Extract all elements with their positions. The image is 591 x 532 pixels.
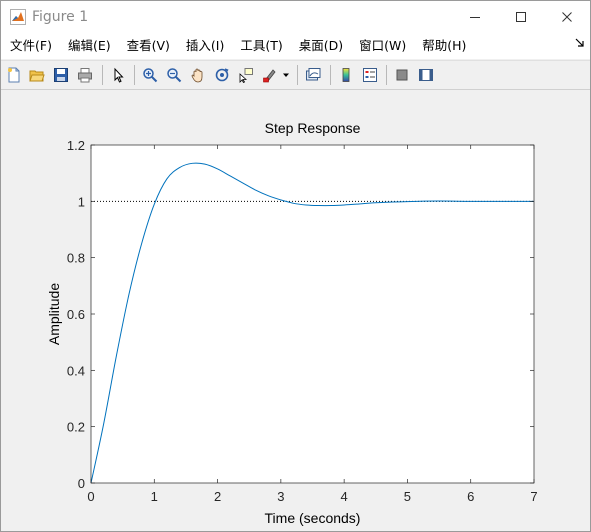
menu-edit[interactable]: 编辑(E) bbox=[60, 33, 119, 59]
y-axis-label: Amplitude bbox=[46, 283, 62, 345]
close-icon bbox=[562, 12, 572, 22]
data-cursor-icon[interactable] bbox=[236, 65, 256, 85]
arrow-icon[interactable] bbox=[575, 38, 585, 51]
y-tick-label: 0.2 bbox=[67, 420, 85, 435]
step-response-chart[interactable]: 0 1 2 3 4 5 6 700.20.40.60.811.2 Step Response … bbox=[1, 90, 590, 531]
title-bar[interactable]: Figure 1 bbox=[1, 1, 590, 33]
minimize-icon bbox=[470, 17, 480, 18]
menu-tools[interactable]: 工具(T) bbox=[232, 33, 290, 59]
figure-window: Figure 1 文件(F) 编辑(E) 查看(V) 插入(I) 工具(T) 桌… bbox=[0, 0, 591, 532]
x-tick-label: 6 bbox=[467, 489, 474, 504]
y-tick-label: 1 bbox=[78, 194, 85, 209]
print-icon[interactable] bbox=[75, 65, 95, 85]
x-tick-label: 0 bbox=[87, 489, 94, 504]
colorbar-icon[interactable] bbox=[336, 65, 356, 85]
y-tick-label: 0.4 bbox=[67, 363, 85, 378]
brush-icon[interactable] bbox=[260, 65, 280, 85]
minimize-button[interactable] bbox=[452, 1, 498, 33]
window-title: Figure 1 bbox=[32, 9, 89, 25]
x-tick-label: 7 bbox=[530, 489, 537, 504]
save-icon[interactable] bbox=[51, 65, 71, 85]
matlab-logo-icon bbox=[10, 9, 26, 25]
link-plot-icon[interactable] bbox=[303, 65, 323, 85]
menu-window[interactable]: 窗口(W) bbox=[351, 33, 414, 59]
rotate-3d-icon[interactable] bbox=[212, 65, 232, 85]
legend-icon[interactable] bbox=[360, 65, 380, 85]
brush-dropdown-icon[interactable] bbox=[280, 65, 292, 85]
y-tick-label: 1.2 bbox=[67, 138, 85, 153]
new-figure-icon[interactable] bbox=[4, 65, 24, 85]
maximize-button[interactable] bbox=[498, 1, 544, 33]
pan-icon[interactable] bbox=[188, 65, 208, 85]
maximize-icon bbox=[516, 12, 526, 22]
y-tick-label: 0.6 bbox=[67, 307, 85, 322]
menu-desktop[interactable]: 桌面(D) bbox=[291, 33, 351, 59]
y-tick-label: 0.8 bbox=[67, 251, 85, 266]
x-axis-label: Time (seconds) bbox=[265, 510, 361, 526]
toolbar bbox=[1, 60, 590, 90]
open-file-icon[interactable] bbox=[27, 65, 47, 85]
hide-plot-tools-icon[interactable] bbox=[392, 65, 412, 85]
menu-help[interactable]: 帮助(H) bbox=[414, 33, 474, 59]
x-tick-label: 2 bbox=[214, 489, 221, 504]
menu-view[interactable]: 查看(V) bbox=[119, 33, 178, 59]
y-tick-label: 0 bbox=[78, 476, 85, 491]
menu-insert[interactable]: 插入(I) bbox=[178, 33, 232, 59]
close-button[interactable] bbox=[544, 1, 590, 33]
zoom-out-icon[interactable] bbox=[164, 65, 184, 85]
figure-canvas: 0 1 2 3 4 5 6 7 0 0.2 0.4 0.6 0.8 1 1.2 Step Response … bbox=[1, 90, 590, 531]
x-tick-label: 3 bbox=[277, 489, 284, 504]
edit-plot-icon[interactable] bbox=[108, 65, 128, 85]
chart-title: Step Response bbox=[265, 120, 361, 136]
menu-bar: 文件(F) 编辑(E) 查看(V) 插入(I) 工具(T) 桌面(D) 窗口(W… bbox=[1, 33, 590, 59]
x-tick-label: 1 bbox=[151, 489, 158, 504]
zoom-in-icon[interactable] bbox=[140, 65, 160, 85]
x-tick-label: 5 bbox=[404, 489, 411, 504]
menu-file[interactable]: 文件(F) bbox=[1, 33, 60, 59]
x-tick-label: 4 bbox=[341, 489, 348, 504]
show-plot-tools-icon[interactable] bbox=[416, 65, 436, 85]
